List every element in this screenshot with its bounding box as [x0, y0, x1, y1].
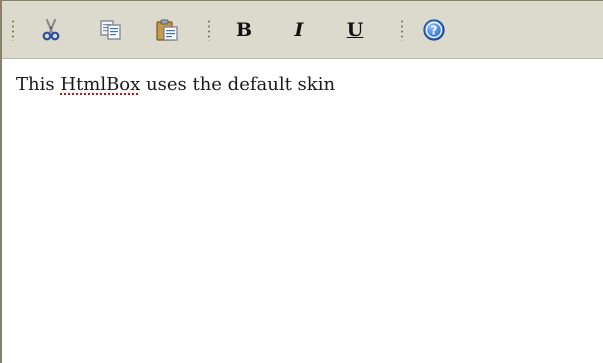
italic-button[interactable]: I — [284, 15, 314, 45]
copy-button[interactable] — [96, 15, 126, 45]
content-text-after: uses the default skin — [140, 74, 336, 95]
misspelled-word: HtmlBox — [60, 74, 141, 95]
cut-button[interactable] — [36, 15, 66, 45]
toolbar-separator — [208, 19, 210, 41]
toolbar-grip[interactable] — [12, 19, 14, 41]
scissors-icon — [40, 18, 62, 42]
copy-icon — [99, 19, 123, 41]
help-icon: ? — [422, 18, 446, 42]
paste-icon — [155, 18, 179, 42]
underline-button[interactable]: U — [340, 15, 370, 45]
paste-button[interactable] — [152, 15, 182, 45]
editor-content[interactable]: This HtmlBox uses the default skin — [16, 74, 335, 95]
content-text-before: This — [16, 74, 61, 95]
underline-label: U — [346, 18, 364, 41]
svg-text:?: ? — [431, 24, 438, 38]
toolbar-separator — [401, 19, 403, 41]
help-button[interactable]: ? — [419, 15, 449, 45]
editor-toolbar: B I U ? — [2, 1, 603, 59]
bold-button[interactable]: B — [229, 15, 259, 45]
bold-label: B — [235, 18, 253, 41]
htmlbox-editor: B I U ? This HtmlBox uses the default sk… — [0, 0, 603, 363]
italic-label: I — [294, 18, 304, 41]
